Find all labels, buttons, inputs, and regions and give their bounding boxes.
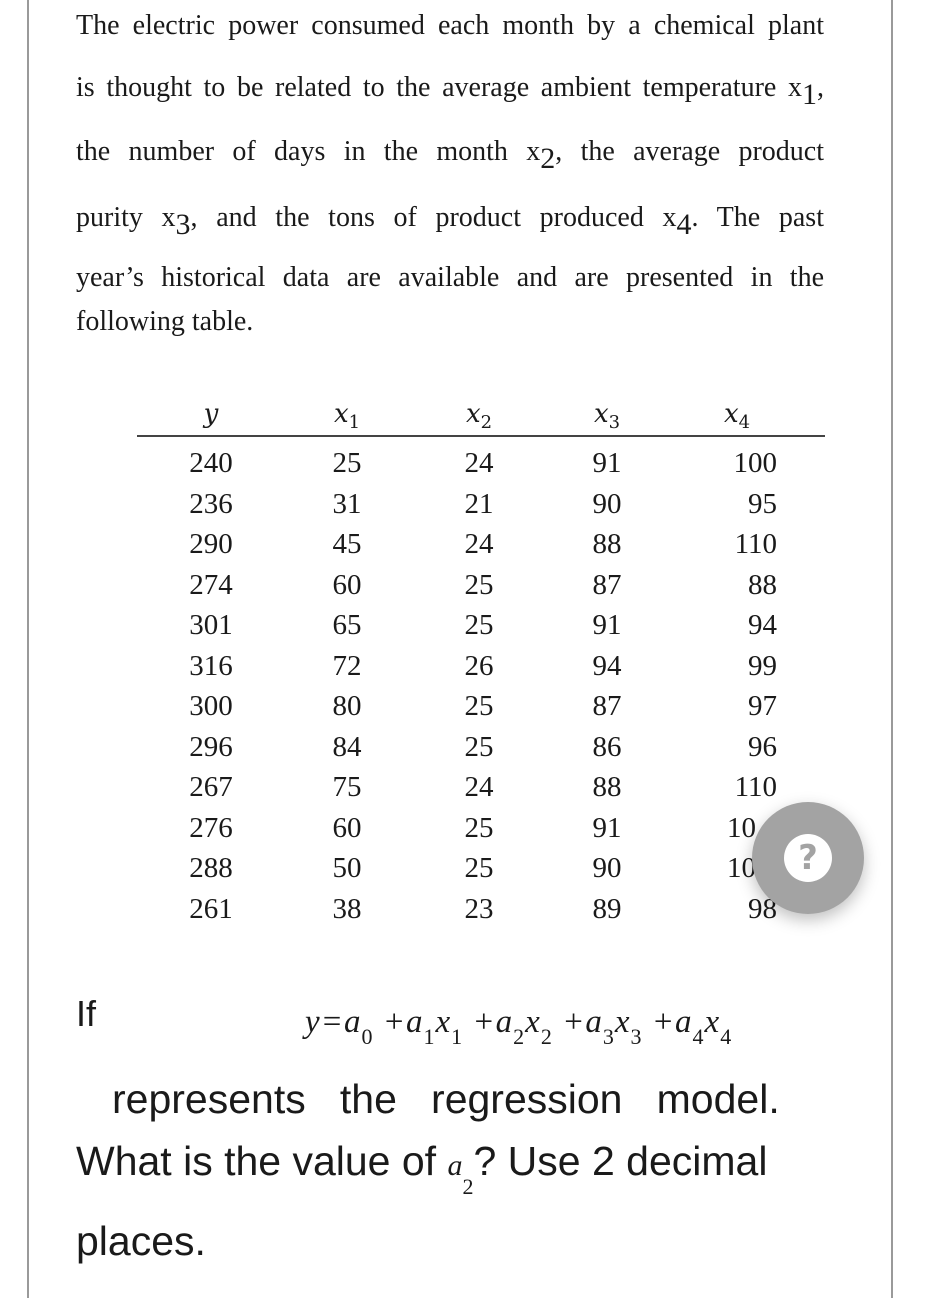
table-row: 236 31 21 90 95 bbox=[137, 478, 825, 520]
table-cell: 24 bbox=[464, 447, 494, 479]
question-mark-icon: ? bbox=[784, 834, 832, 882]
table-cell: 80 bbox=[332, 690, 362, 722]
intro-line-6: following table. bbox=[76, 306, 254, 337]
table-cell: 24 bbox=[464, 771, 494, 803]
table-cell: 25 bbox=[464, 568, 494, 601]
table-cell: 87 bbox=[592, 568, 622, 601]
table-cell: 290 bbox=[189, 528, 233, 560]
table-cell: 21 bbox=[464, 487, 494, 520]
header-x4: x4 bbox=[723, 399, 751, 434]
question-line-3: What is the value of a2? Use 2 decimal bbox=[76, 1138, 768, 1200]
table-cell: 31 bbox=[332, 487, 362, 520]
table-cell: 25 bbox=[464, 730, 494, 763]
question-if: If bbox=[76, 993, 97, 1034]
table-cell: 25 bbox=[464, 852, 494, 884]
table-cell: 96 bbox=[748, 730, 777, 763]
problem-intro: The electric power consumed each month b… bbox=[76, 10, 824, 338]
table-cell: 110 bbox=[734, 528, 777, 560]
table-cell: 100 bbox=[733, 447, 778, 479]
help-button[interactable]: ? bbox=[752, 802, 864, 914]
table-cell: 25 bbox=[464, 811, 494, 844]
table-cell: 300 bbox=[189, 690, 233, 722]
table-cell: 296 bbox=[189, 730, 233, 763]
table-cell: 75 bbox=[332, 771, 362, 803]
question-line-2: represents the regression model. bbox=[112, 1076, 780, 1122]
table-cell: 91 bbox=[592, 609, 622, 641]
table-cell: 261 bbox=[189, 892, 233, 925]
table-cell: 90 bbox=[592, 852, 622, 884]
regression-equation: y=a0 +a1x1 +a2x2 +a3x3 +a4x4 bbox=[305, 1004, 733, 1049]
intro-line-1: The electric power consumed each month b… bbox=[76, 10, 824, 41]
table-cell: 267 bbox=[189, 771, 233, 803]
table-cell: 24 bbox=[464, 528, 494, 560]
table-cell: 274 bbox=[189, 568, 233, 601]
table-cell: 25 bbox=[464, 690, 494, 722]
intro-line-2: is thought to be related to the average … bbox=[76, 72, 824, 111]
table-cell: 316 bbox=[189, 649, 233, 682]
table-body: 240 25 24 91 100 236 31 21 90 95 290 45 24 88 110 274 60… bbox=[137, 437, 825, 925]
table-cell: 94 bbox=[592, 649, 622, 682]
table-cell: 91 bbox=[592, 811, 622, 844]
table-cell: 60 bbox=[332, 811, 362, 844]
table-cell: 99 bbox=[748, 649, 777, 682]
intro-line-3: the number of days in the month x2, the … bbox=[76, 136, 824, 175]
header-x1: x1 bbox=[333, 399, 361, 434]
table-cell: 88 bbox=[592, 528, 622, 560]
table-row: 290 45 24 88 110 bbox=[137, 518, 825, 560]
table-cell: 88 bbox=[592, 771, 622, 803]
table-cell: 86 bbox=[592, 730, 622, 763]
table-cell: 236 bbox=[189, 487, 233, 520]
table-row: 261 38 23 89 98 bbox=[137, 883, 825, 925]
table-cell: 110 bbox=[734, 771, 777, 803]
data-table: y x1 x2 x3 x4 240 25 24 91 100 236 31 21 90 95 290… bbox=[137, 395, 825, 925]
table-cell: 288 bbox=[189, 852, 233, 884]
table-row: 274 60 25 87 88 bbox=[137, 559, 825, 601]
table-cell: 60 bbox=[332, 568, 362, 601]
header-y: y bbox=[203, 399, 219, 429]
table-row: 240 25 24 91 100 bbox=[137, 437, 825, 479]
question-line-4: places. bbox=[76, 1218, 206, 1264]
intro-line-5: year’s historical data are available and… bbox=[76, 262, 824, 293]
table-cell: 97 bbox=[748, 690, 777, 722]
table-cell: 45 bbox=[332, 528, 362, 560]
table-cell: 301 bbox=[189, 609, 233, 641]
table-row: 296 84 25 86 96 bbox=[137, 721, 825, 763]
table-cell: 90 bbox=[592, 487, 622, 520]
table-cell: 94 bbox=[748, 609, 777, 641]
table-cell: 88 bbox=[748, 568, 777, 601]
table-cell: 91 bbox=[592, 447, 622, 479]
table-cell: 72 bbox=[332, 649, 362, 682]
table-cell: 98 bbox=[748, 892, 777, 925]
table-cell: 38 bbox=[332, 892, 362, 925]
table-cell: 240 bbox=[189, 447, 233, 479]
table-cell: 84 bbox=[332, 730, 362, 763]
table-row: 267 75 24 88 110 bbox=[137, 761, 825, 803]
table-cell: 65 bbox=[332, 609, 362, 641]
table-header: y x1 x2 x3 x4 bbox=[137, 395, 825, 437]
table-cell: 23 bbox=[464, 892, 494, 925]
intro-line-4: purity x3, and the tons of product produ… bbox=[76, 202, 824, 241]
table-cell: 89 bbox=[592, 892, 622, 925]
table-cell: 87 bbox=[592, 690, 622, 722]
table-cell: 50 bbox=[332, 852, 362, 884]
table-cell: 25 bbox=[464, 609, 494, 641]
table-row: 288 50 25 90 10 bbox=[137, 842, 825, 884]
table-row: 301 65 25 91 94 bbox=[137, 599, 825, 641]
header-x3: x3 bbox=[593, 399, 621, 434]
table-cell: 276 bbox=[189, 811, 233, 844]
table-row: 316 72 26 94 99 bbox=[137, 640, 825, 682]
header-x2: x2 bbox=[465, 399, 493, 434]
table-row: 276 60 25 91 10 bbox=[137, 802, 825, 844]
table-cell: 25 bbox=[332, 447, 362, 479]
table-row: 300 80 25 87 97 bbox=[137, 680, 825, 722]
table-cell: 26 bbox=[464, 649, 494, 682]
table-cell: 95 bbox=[748, 487, 777, 520]
